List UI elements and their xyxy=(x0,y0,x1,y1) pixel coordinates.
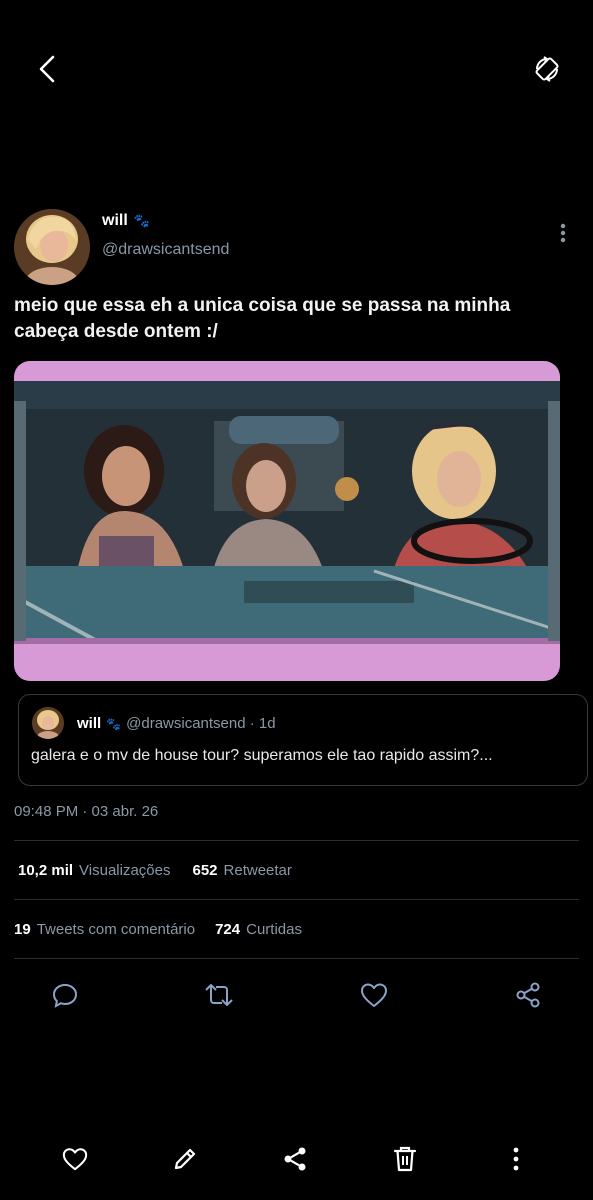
heart-icon xyxy=(62,1148,88,1171)
retweet-icon xyxy=(205,984,233,1006)
tweet-text: meio que essa eh a unica coisa que se pa… xyxy=(14,295,511,342)
quoted-author-name: will xyxy=(77,715,102,732)
divider xyxy=(14,899,579,900)
more-options-button[interactable] xyxy=(550,220,576,246)
quoted-text: galera e o mv de house tour? superamos e… xyxy=(31,747,493,764)
avatar[interactable] xyxy=(14,209,90,285)
author-handle[interactable]: @drawsicantsend xyxy=(102,241,229,259)
stats-row-2: 19 Tweets com comentário 724 Curtidas xyxy=(14,921,302,938)
favorite-button[interactable] xyxy=(58,1142,92,1176)
avatar-image xyxy=(14,209,90,285)
like-icon xyxy=(361,983,387,1007)
back-button[interactable] xyxy=(30,52,64,86)
like-button[interactable] xyxy=(357,978,391,1012)
edit-icon xyxy=(174,1148,196,1170)
paw-emoji: 🐾 xyxy=(133,213,150,228)
rotate-screen-button[interactable] xyxy=(530,52,564,86)
likes-label[interactable]: Curtidas xyxy=(246,921,302,938)
divider xyxy=(14,840,579,841)
share-icon xyxy=(516,982,540,1008)
share-image-button[interactable] xyxy=(278,1142,312,1176)
quoted-paw-emoji: 🐾 xyxy=(106,716,122,731)
retweet-button[interactable] xyxy=(202,978,236,1012)
divider xyxy=(14,958,579,959)
back-icon xyxy=(39,55,55,83)
comments-label[interactable]: Tweets com comentário xyxy=(37,921,195,938)
tweet-image[interactable] xyxy=(14,361,560,681)
retweets-count: 652 xyxy=(192,862,218,879)
retweets-label[interactable]: Retweetar xyxy=(224,862,292,879)
likes-count: 724 xyxy=(215,921,241,938)
quoted-tweet[interactable]: will 🐾 @drawsicantsend · 1d galera e o m… xyxy=(18,694,588,786)
reply-button[interactable] xyxy=(48,978,82,1012)
more-vertical-icon xyxy=(513,1147,519,1171)
edit-button[interactable] xyxy=(168,1142,202,1176)
more-vertical-icon xyxy=(560,223,566,243)
author-name[interactable]: will xyxy=(102,212,128,230)
share-button[interactable] xyxy=(511,978,545,1012)
views-count: 10,2 mil xyxy=(18,862,74,879)
views-label[interactable]: Visualizações xyxy=(79,862,170,879)
share-icon xyxy=(284,1147,306,1171)
tweet-timestamp: 09:48 PM · 03 abr. 26 xyxy=(14,803,159,820)
reply-icon xyxy=(52,983,78,1008)
comments-count: 19 xyxy=(14,921,31,938)
more-button[interactable] xyxy=(499,1142,533,1176)
quoted-avatar xyxy=(32,707,64,739)
quoted-meta: @drawsicantsend · 1d xyxy=(126,715,276,732)
delete-button[interactable] xyxy=(388,1142,422,1176)
delete-icon xyxy=(393,1146,417,1172)
rotate-icon xyxy=(535,56,559,82)
stats-row-1: 10,2 mil Visualizações 652 Retweetar xyxy=(18,862,292,879)
